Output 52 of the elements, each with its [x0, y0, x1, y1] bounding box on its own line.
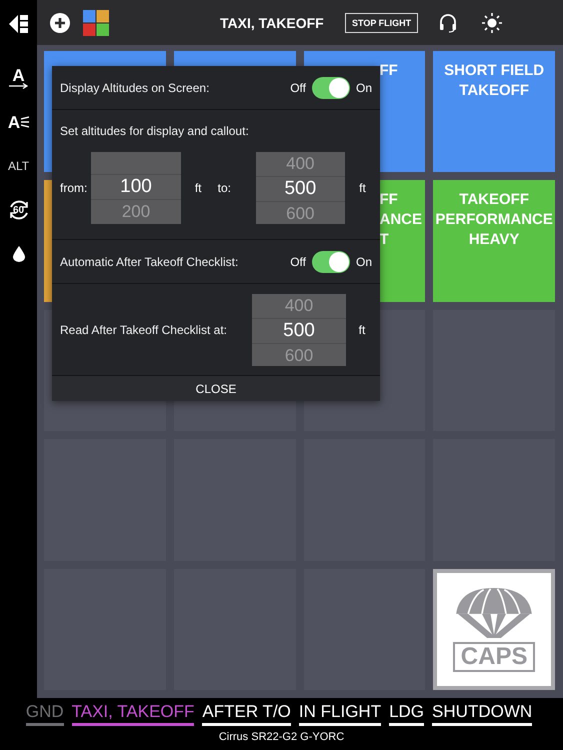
phase-tab[interactable]: IN FLIGHT [298, 702, 382, 726]
from-label: from: [60, 181, 88, 195]
headset-icon[interactable] [438, 12, 458, 32]
timer-button[interactable]: 60 [6, 188, 32, 232]
tile-label: FF [380, 190, 398, 210]
toggle-switch[interactable] [312, 250, 350, 272]
arrow-icon [8, 82, 28, 88]
altitude-picker[interactable]: 400 500 600 [252, 294, 346, 366]
unit-label: ft [194, 181, 202, 195]
phase-title: TAXI, TAKEOFF [220, 14, 325, 30]
back-icon[interactable] [8, 14, 28, 34]
tile-label: HEAVY [468, 230, 520, 250]
picker-value[interactable]: 100 [91, 174, 181, 200]
brightness-icon[interactable] [482, 12, 502, 32]
off-label: Off [290, 80, 306, 94]
caps-label: CAPS [452, 642, 536, 672]
off-label: Off [290, 254, 306, 268]
lines-icon [21, 116, 30, 128]
tile-label: TAKEOFF [459, 81, 529, 101]
altitude-picker[interactable]: 100 200 [91, 152, 181, 224]
setting-label: Automatic After Takeoff Checklist: [60, 254, 240, 268]
text-size-button[interactable]: A [8, 56, 28, 100]
tile-label: ANCE [380, 210, 422, 230]
text-format-button[interactable]: A [8, 100, 30, 144]
picker-value[interactable]: 500 [252, 318, 346, 344]
unit-label: ft [358, 322, 366, 336]
aircraft-label: Cirrus SR22-G2 G-YORC [218, 731, 344, 743]
tile-label: PERFORMANCE [435, 210, 553, 230]
tile-label: TAKEOFF [459, 190, 529, 210]
setting-label: Set altitudes for display and callout: [60, 124, 250, 138]
phase-tab[interactable]: SHUTDOWN [432, 702, 532, 726]
altitude-picker[interactable]: 400 500 600 [256, 152, 345, 224]
phase-tab[interactable]: LDG [389, 702, 424, 726]
drop-icon[interactable] [12, 246, 24, 262]
add-icon[interactable] [50, 12, 70, 32]
to-label: to: [218, 181, 232, 195]
stop-flight-button[interactable]: STOP FLIGHT [345, 12, 418, 32]
altitude-button[interactable]: ALT [8, 144, 30, 188]
on-label: On [356, 254, 372, 268]
unit-label: ft [358, 181, 367, 195]
setting-label: Read After Takeoff Checklist at: [60, 322, 228, 336]
grid-logo-icon[interactable] [83, 10, 109, 36]
picker-value[interactable]: 500 [256, 176, 345, 202]
close-button[interactable]: CLOSE [52, 376, 380, 401]
phase-tab[interactable]: TAXI, TAKEOFF [72, 702, 194, 726]
tile-label: FF [380, 61, 398, 81]
toggle-switch[interactable] [312, 76, 350, 98]
tile-label: SHORT FIELD [444, 61, 544, 81]
tile-label: T [380, 230, 389, 250]
setting-label: Display Altitudes on Screen: [60, 80, 210, 94]
on-label: On [356, 80, 372, 94]
phase-tab[interactable]: AFTER T/O [202, 702, 291, 726]
